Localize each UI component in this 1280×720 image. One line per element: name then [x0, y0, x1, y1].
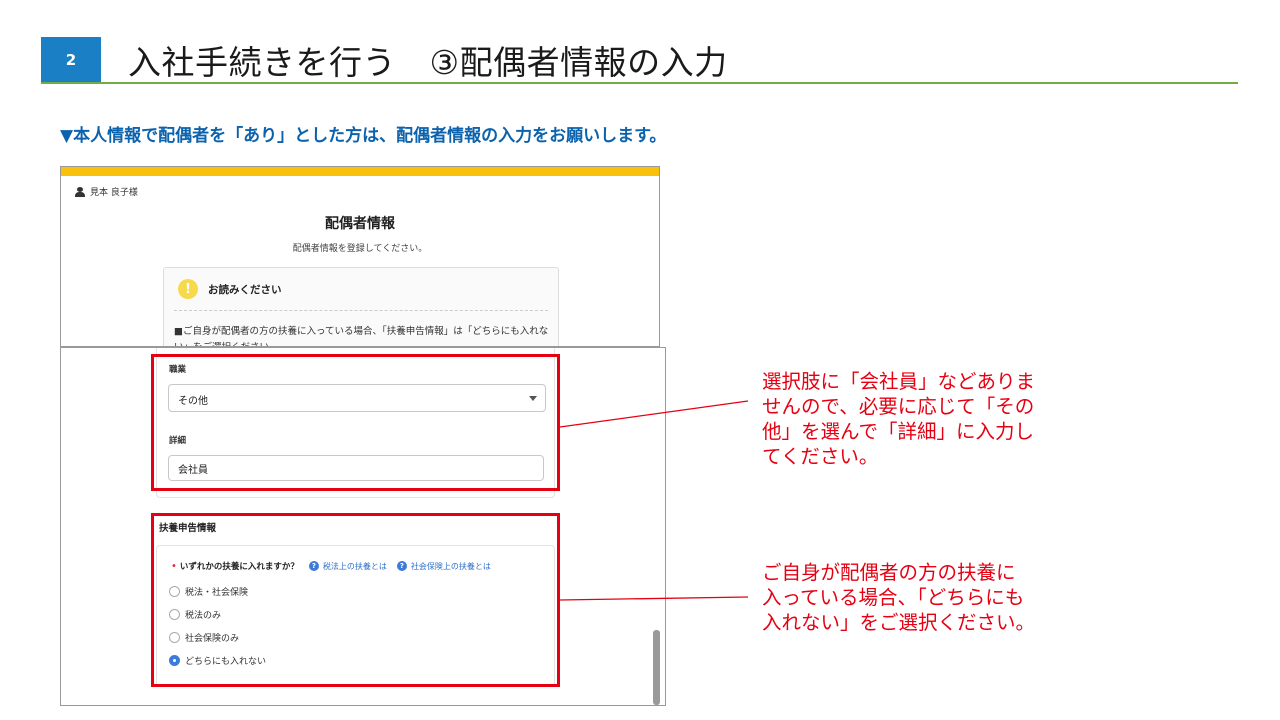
dependent-highlight-box [151, 513, 560, 687]
occupation-highlight-box [151, 354, 560, 491]
scrollbar-thumb[interactable] [653, 630, 660, 705]
dependent-callout: ご自身が配偶者の方の扶養に 入っている場合、「どちらにも 入れない」をご選択くだ… [762, 560, 1035, 635]
callout-line: てください。 [762, 445, 879, 468]
callout-line: せんので、必要に応じて「その [762, 395, 1035, 418]
step-number-badge: 2 [41, 37, 101, 83]
exclamation-icon: ! [178, 279, 198, 299]
callout-line: 入っている場合、「どちらにも [762, 586, 1025, 609]
person-icon [75, 186, 85, 197]
notice-body: ■ご自身が配偶者の方の扶養に入っている場合、「扶養申告情報」は「どちらにも入れな… [174, 326, 549, 346]
user-indicator: 見本 良子様 [75, 185, 138, 198]
header-bar [61, 167, 659, 176]
callout-line: 入れない」をご選択ください。 [762, 611, 1036, 634]
page-description: 配偶者情報を登録してください。 [292, 244, 428, 254]
slide-subtitle: ▼本人情報で配偶者を「あり」とした方は、配偶者情報の入力をお願いします。 [60, 126, 667, 146]
occupation-callout: 選択肢に「会社員」などありま せんので、必要に応じて「その 他」を選んで「詳細」… [762, 369, 1035, 469]
slide-title: 入社手続きを行う ③配偶者情報の入力 [128, 43, 728, 82]
notice-title: お読みください [208, 284, 282, 296]
notice-box: ! お読みください ■ご自身が配偶者の方の扶養に入っている場合、「扶養申告情報」… [163, 267, 559, 346]
user-name: 見本 良子様 [90, 188, 138, 198]
page-heading: 配偶者情報 [325, 216, 395, 232]
callout-line: 選択肢に「会社員」などありま [762, 370, 1036, 393]
notice-divider [174, 310, 548, 311]
title-divider [41, 82, 1238, 84]
callout-line: ご自身が配偶者の方の扶養に [762, 561, 1016, 584]
spouse-info-header-screenshot: 見本 良子様 配偶者情報 配偶者情報を登録してください。 ! お読みください ■… [60, 166, 660, 347]
callout-line: 他」を選んで「詳細」に入力し [762, 420, 1035, 443]
